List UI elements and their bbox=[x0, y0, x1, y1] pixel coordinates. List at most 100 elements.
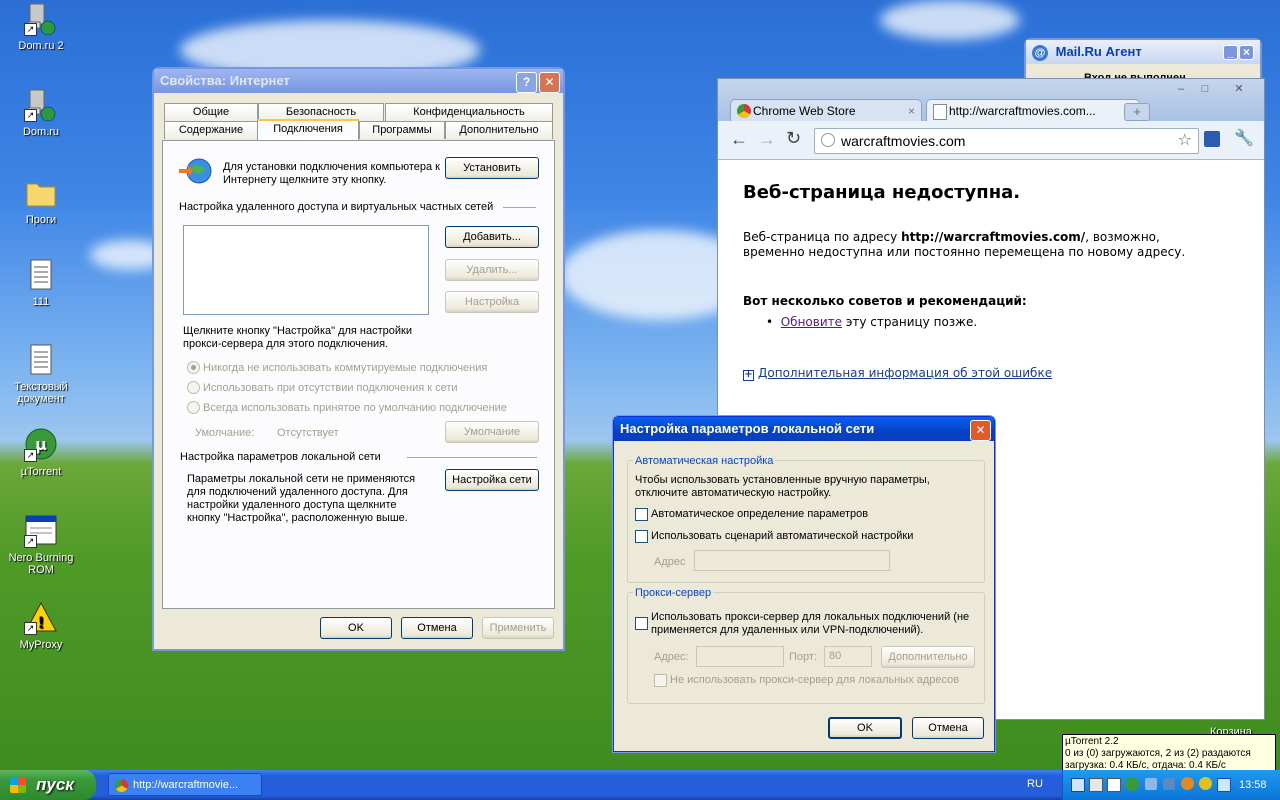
desktop-icon-label: Nero Burning ROM bbox=[8, 552, 74, 576]
tab-programs[interactable]: Программы bbox=[359, 121, 445, 139]
error-text: Веб-страница по адресу bbox=[743, 230, 902, 244]
desktop-icon-nero[interactable]: ↗ Nero Burning ROM bbox=[6, 514, 76, 576]
port-field[interactable]: 80 bbox=[824, 646, 872, 667]
default-button[interactable]: Умолчание bbox=[445, 421, 539, 443]
lan-header: Настройка параметров локальной сети bbox=[180, 451, 381, 463]
help-button[interactable]: ? bbox=[516, 72, 537, 93]
more-info-toggle[interactable]: + Дополнительная информация об этой ошибк… bbox=[743, 366, 1052, 381]
reload-icon[interactable]: ↻ bbox=[786, 128, 801, 149]
remove-button[interactable]: Удалить... bbox=[445, 259, 539, 281]
tab-connections[interactable]: Подключения bbox=[257, 119, 359, 140]
use-proxy-checkbox[interactable] bbox=[635, 617, 648, 630]
tab-label: Дополнительно bbox=[459, 124, 539, 136]
star-icon[interactable]: ☆ bbox=[1178, 129, 1192, 153]
tray-app-icon[interactable] bbox=[1199, 777, 1212, 790]
back-icon[interactable]: ← bbox=[730, 129, 748, 150]
error-paragraph: Веб-страница по адресу http://warcraftmo… bbox=[743, 230, 1223, 260]
close-button[interactable]: ✕ bbox=[1224, 83, 1254, 97]
radio-dial-when-no-network[interactable] bbox=[187, 381, 200, 394]
reload-link[interactable]: Обновите bbox=[781, 315, 842, 329]
auto-detect-checkbox[interactable] bbox=[635, 508, 648, 521]
cancel-button[interactable]: Отмена bbox=[912, 717, 984, 739]
lan-settings-titlebar[interactable]: Настройка параметров локальной сети ✕ bbox=[614, 417, 994, 441]
bypass-local-checkbox[interactable] bbox=[654, 674, 667, 687]
mailru-icon: @ bbox=[1032, 45, 1048, 61]
settings-button[interactable]: Настройка bbox=[445, 291, 539, 313]
script-address-field[interactable] bbox=[694, 550, 890, 571]
close-button[interactable]: × bbox=[1239, 45, 1254, 60]
tab-privacy[interactable]: Конфиденциальность bbox=[385, 103, 553, 121]
tab-label: Программы bbox=[372, 124, 432, 136]
tip-text: эту страницу позже. bbox=[842, 315, 978, 329]
separator bbox=[407, 457, 537, 458]
auto-config-text: Чтобы использовать установленные вручную… bbox=[635, 474, 930, 499]
new-tab-button[interactable]: + bbox=[1124, 103, 1150, 121]
start-button[interactable]: пуск bbox=[0, 770, 96, 800]
minimize-button[interactable]: – bbox=[1170, 83, 1192, 97]
tray-app-icon[interactable] bbox=[1089, 778, 1103, 792]
minimize-button[interactable]: _ bbox=[1223, 45, 1238, 60]
tab-general[interactable]: Общие bbox=[164, 103, 258, 121]
url-text: warcraftmovies.com bbox=[841, 133, 966, 149]
utorrent-icon: µ ↗ bbox=[24, 428, 58, 462]
ok-button[interactable]: OK bbox=[828, 717, 902, 739]
connections-list[interactable] bbox=[183, 225, 429, 315]
internet-properties-titlebar[interactable]: Свойства: Интернет ? ✕ bbox=[154, 69, 563, 93]
address-bar[interactable]: warcraftmovies.com ☆ bbox=[814, 128, 1199, 154]
desktop-icon-utorrent[interactable]: µ ↗ µTorrent bbox=[6, 428, 76, 478]
add-button[interactable]: Добавить... bbox=[445, 226, 539, 248]
desktop-icon-dom-ru[interactable]: ↗ Dom.ru bbox=[6, 88, 76, 138]
desktop-icon-111[interactable]: 111 bbox=[6, 258, 76, 308]
tray-app-icon[interactable] bbox=[1145, 778, 1157, 790]
desktop-icon-progi[interactable]: Проги bbox=[6, 176, 76, 226]
auto-script-checkbox[interactable] bbox=[635, 530, 648, 543]
dialup-header: Настройка удаленного доступа и виртуальн… bbox=[179, 201, 494, 213]
utorrent-tooltip: µTorrent 2.2 0 из (0) загружаются, 2 из … bbox=[1062, 734, 1276, 772]
language-indicator[interactable]: RU bbox=[1027, 778, 1043, 790]
page-icon bbox=[933, 104, 947, 120]
ok-button[interactable]: OK bbox=[320, 617, 392, 639]
wrench-icon[interactable]: 🔧 bbox=[1234, 128, 1254, 148]
lan-settings-dialog[interactable]: Настройка параметров локальной сети ✕ Ав… bbox=[613, 416, 995, 752]
radio-always-dial-default[interactable] bbox=[187, 401, 200, 414]
advanced-button[interactable]: Дополнительно bbox=[881, 646, 975, 668]
lan-settings-button[interactable]: Настройка сети bbox=[445, 469, 539, 491]
tooltip-line: µTorrent 2.2 bbox=[1065, 736, 1119, 747]
tray-app-icon[interactable] bbox=[1181, 777, 1194, 790]
desktop-icon-myproxy[interactable]: ! ↗ MyProxy bbox=[6, 601, 76, 651]
setup-button[interactable]: Установить bbox=[445, 157, 539, 179]
tab-advanced[interactable]: Дополнительно bbox=[445, 121, 553, 139]
tip-item: • Обновите эту страницу позже. bbox=[766, 315, 977, 329]
tab-close-icon[interactable]: × bbox=[908, 100, 915, 122]
error-heading: Веб-страница недоступна. bbox=[743, 182, 1021, 203]
clock[interactable]: 13:58 bbox=[1239, 779, 1267, 791]
shield-icon[interactable] bbox=[1217, 778, 1231, 792]
tab-content[interactable]: Содержание bbox=[164, 121, 258, 139]
mailru-titlebar[interactable]: @ Mail.Ru Агент _ × bbox=[1026, 40, 1260, 64]
chrome-logo-icon bbox=[737, 104, 751, 118]
tab-warcraftmovies[interactable]: http://warcraftmovies.com... × bbox=[926, 99, 1140, 122]
radio-never-dial[interactable] bbox=[187, 361, 200, 374]
desktop-icon-label: Проги bbox=[25, 214, 57, 226]
utorrent-icon[interactable] bbox=[1125, 777, 1139, 791]
desktop-icon-label: Dom.ru bbox=[22, 126, 60, 138]
window-title: Свойства: Интернет bbox=[160, 73, 290, 88]
maximize-button[interactable]: □ bbox=[1194, 83, 1216, 97]
tray-app-icon[interactable] bbox=[1163, 778, 1175, 790]
apply-button[interactable]: Применить bbox=[482, 617, 554, 639]
tab-chrome-web-store[interactable]: Chrome Web Store × bbox=[730, 99, 922, 122]
desktop-icon-text-document[interactable]: Текстовый документ bbox=[6, 343, 76, 405]
close-button[interactable]: ✕ bbox=[970, 420, 991, 441]
internet-properties-dialog[interactable]: Свойства: Интернет ? ✕ Общие Безопасност… bbox=[153, 68, 564, 650]
taskbar-item-chrome[interactable]: http://warcraftmovie... bbox=[108, 773, 262, 796]
nero-icon: ↗ bbox=[24, 514, 58, 548]
desktop-icon-dom-ru-2[interactable]: ↗ Dom.ru 2 bbox=[6, 2, 76, 52]
forward-icon[interactable]: → bbox=[758, 129, 776, 150]
cancel-button[interactable]: Отмена bbox=[401, 617, 473, 639]
extension-icon[interactable] bbox=[1204, 131, 1220, 147]
close-button[interactable]: ✕ bbox=[539, 72, 560, 93]
default-value: Отсутствует bbox=[277, 427, 339, 439]
network-icon[interactable] bbox=[1071, 778, 1085, 792]
mail-icon[interactable] bbox=[1107, 778, 1121, 792]
proxy-address-field[interactable] bbox=[696, 646, 784, 667]
